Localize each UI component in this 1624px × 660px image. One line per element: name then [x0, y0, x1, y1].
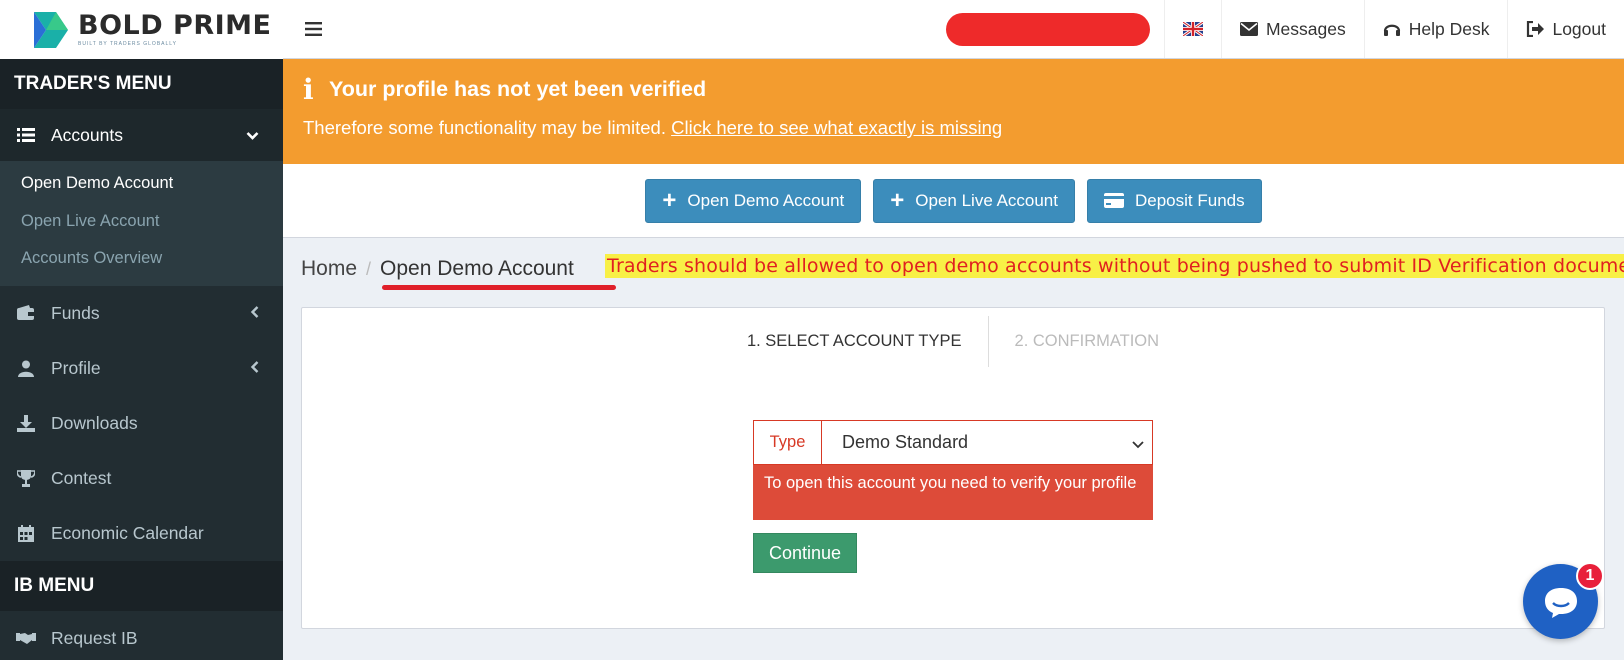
- brand-logo[interactable]: BOLD PRIME BUILT BY TRADERS GLOBALLY: [0, 0, 283, 59]
- sidebar-item-profile[interactable]: Profile: [0, 341, 283, 396]
- messages-label: Messages: [1265, 18, 1346, 39]
- account-type-input-group: Type Demo Standard: [753, 420, 1153, 465]
- submenu-open-demo-account[interactable]: Open Demo Account: [0, 165, 283, 203]
- plus-icon: +: [890, 186, 905, 214]
- submenu-open-live-account[interactable]: Open Live Account: [0, 203, 283, 241]
- traders-menu-header: TRADER'S MENU: [0, 59, 283, 109]
- breadcrumb-current: Open Demo Account: [380, 257, 574, 280]
- chat-bubble-icon: [1544, 587, 1577, 618]
- sidebar-item-contest[interactable]: Contest: [0, 451, 283, 506]
- open-live-account-button[interactable]: + Open Live Account: [873, 178, 1075, 223]
- sidebar: BOLD PRIME BUILT BY TRADERS GLOBALLY TRA…: [0, 0, 283, 660]
- breadcrumb-home[interactable]: Home: [301, 257, 357, 281]
- info-icon: i: [303, 73, 314, 106]
- help-desk-link[interactable]: Help Desk: [1363, 0, 1508, 58]
- plus-icon: +: [662, 186, 677, 214]
- brand-name: BOLD PRIME: [78, 10, 272, 41]
- button-label: Deposit Funds: [1135, 190, 1245, 210]
- sidebar-item-label: Profile: [51, 357, 101, 378]
- sidebar-item-request-ib[interactable]: Request IB: [0, 611, 283, 660]
- brand-tagline: BUILT BY TRADERS GLOBALLY: [78, 41, 178, 47]
- account-type-select[interactable]: Demo Standard: [822, 421, 1152, 464]
- quick-actions-bar: + Open Demo Account + Open Live Account …: [283, 164, 1624, 238]
- alert-title: Your profile has not yet been verified: [329, 77, 707, 101]
- download-icon: [16, 413, 36, 433]
- breadcrumb-separator: /: [366, 259, 372, 279]
- wizard-steps: 1. SELECT ACCOUNT TYPE 2. CONFIRMATION: [302, 316, 1604, 367]
- submenu-accounts-overview[interactable]: Accounts Overview: [0, 240, 283, 278]
- alert-body-text: Therefore some functionality may be limi…: [303, 117, 666, 138]
- sidebar-item-label: Request IB: [51, 627, 138, 648]
- open-demo-account-button[interactable]: + Open Demo Account: [645, 178, 862, 223]
- chevron-left-icon: [250, 358, 259, 379]
- language-selector[interactable]: [1163, 0, 1221, 58]
- button-label: Open Live Account: [915, 190, 1058, 210]
- chevron-left-icon: [250, 303, 259, 324]
- calendar-icon: [16, 523, 36, 543]
- list-icon: [16, 125, 36, 145]
- type-label: Type: [754, 421, 822, 464]
- accounts-submenu: Open Demo Account Open Live Account Acco…: [0, 161, 283, 286]
- trophy-icon: [16, 468, 36, 488]
- bold-prime-logo-icon: [34, 11, 68, 48]
- continue-button[interactable]: Continue: [753, 533, 857, 573]
- sidebar-item-label: Contest: [51, 467, 112, 488]
- chat-unread-badge: 1: [1576, 562, 1604, 590]
- redacted-user-name[interactable]: [945, 12, 1150, 46]
- logout-link[interactable]: Logout: [1507, 0, 1624, 58]
- step-select-account-type[interactable]: 1. SELECT ACCOUNT TYPE: [721, 316, 988, 367]
- verification-alert: i Your profile has not yet been verified…: [283, 59, 1624, 164]
- annotation-note: Traders should be allowed to open demo a…: [605, 254, 1624, 278]
- sidebar-item-economic-calendar[interactable]: Economic Calendar: [0, 506, 283, 561]
- breadcrumb-row: Home / Open Demo Account Traders should …: [283, 238, 1624, 302]
- sidebar-item-label: Funds: [51, 302, 100, 323]
- sign-out-icon: [1527, 21, 1545, 37]
- envelope-icon: [1239, 22, 1258, 36]
- sidebar-item-label: Accounts: [51, 124, 123, 145]
- logout-label: Logout: [1552, 18, 1606, 39]
- ib-menu-header: IB MENU: [0, 560, 283, 611]
- sidebar-toggle-hamburger-icon[interactable]: [283, 0, 343, 58]
- headset-icon: [1383, 24, 1400, 36]
- sidebar-item-funds[interactable]: Funds: [0, 286, 283, 341]
- top-navbar: Messages Help Desk Logout: [283, 0, 1624, 59]
- credit-card-icon: [1104, 193, 1124, 208]
- open-demo-account-panel: 1. SELECT ACCOUNT TYPE 2. CONFIRMATION T…: [301, 307, 1605, 629]
- wallet-icon: [16, 303, 36, 323]
- chevron-down-icon: [1132, 432, 1144, 453]
- user-icon: [16, 358, 36, 378]
- sidebar-item-label: Economic Calendar: [51, 522, 204, 543]
- verify-profile-error: To open this account you need to verify …: [753, 465, 1153, 520]
- step-confirmation: 2. CONFIRMATION: [987, 316, 1186, 367]
- messages-link[interactable]: Messages: [1220, 0, 1364, 58]
- uk-flag-icon: [1182, 22, 1203, 36]
- breadcrumb: Home / Open Demo Account: [301, 257, 574, 281]
- sidebar-item-accounts[interactable]: Accounts: [0, 109, 283, 161]
- account-type-value: Demo Standard: [842, 432, 969, 452]
- deposit-funds-button[interactable]: Deposit Funds: [1087, 178, 1262, 223]
- account-type-form-group: Type Demo Standard To open this account …: [753, 420, 1153, 520]
- button-label: Open Demo Account: [687, 190, 845, 210]
- alert-missing-link[interactable]: Click here to see what exactly is missin…: [671, 117, 1002, 138]
- annotation-underline: [382, 285, 616, 290]
- help-desk-label: Help Desk: [1408, 18, 1490, 39]
- sidebar-item-label: Downloads: [51, 412, 138, 433]
- chevron-down-icon: [246, 125, 259, 146]
- sidebar-item-downloads[interactable]: Downloads: [0, 396, 283, 451]
- handshake-icon: [16, 628, 36, 648]
